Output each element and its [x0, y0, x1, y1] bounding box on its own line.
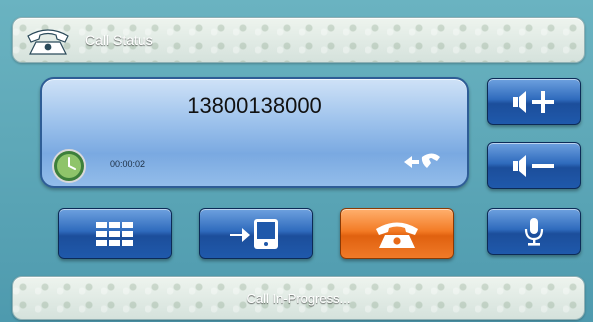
- call-duration: 00:00:02: [110, 159, 146, 169]
- clock-icon: [52, 149, 86, 183]
- hang-up-button[interactable]: [340, 208, 454, 259]
- title-bar: Call Status: [12, 17, 585, 63]
- telephone-icon: [25, 26, 71, 56]
- speaker-plus-icon: [511, 89, 557, 115]
- microphone-icon: [522, 217, 546, 247]
- keypad-grid-icon: [95, 221, 135, 247]
- volume-up-button[interactable]: [487, 78, 581, 125]
- status-bar: Call In-Progress...: [12, 276, 585, 320]
- call-status-text: Call In-Progress...: [246, 291, 351, 306]
- volume-down-button[interactable]: [487, 142, 581, 189]
- phone-number: 13800138000: [187, 93, 322, 118]
- microphone-button[interactable]: [487, 208, 581, 255]
- telephone-icon: [373, 218, 421, 250]
- transfer-to-device-icon: [228, 217, 284, 251]
- page-title: Call Status: [85, 32, 153, 48]
- call-transfer-icon: [402, 151, 442, 173]
- keypad-button[interactable]: [58, 208, 172, 259]
- transfer-to-device-button[interactable]: [199, 208, 313, 259]
- speaker-minus-icon: [511, 153, 557, 179]
- call-info-panel: 13800138000 00:00:02: [40, 77, 469, 188]
